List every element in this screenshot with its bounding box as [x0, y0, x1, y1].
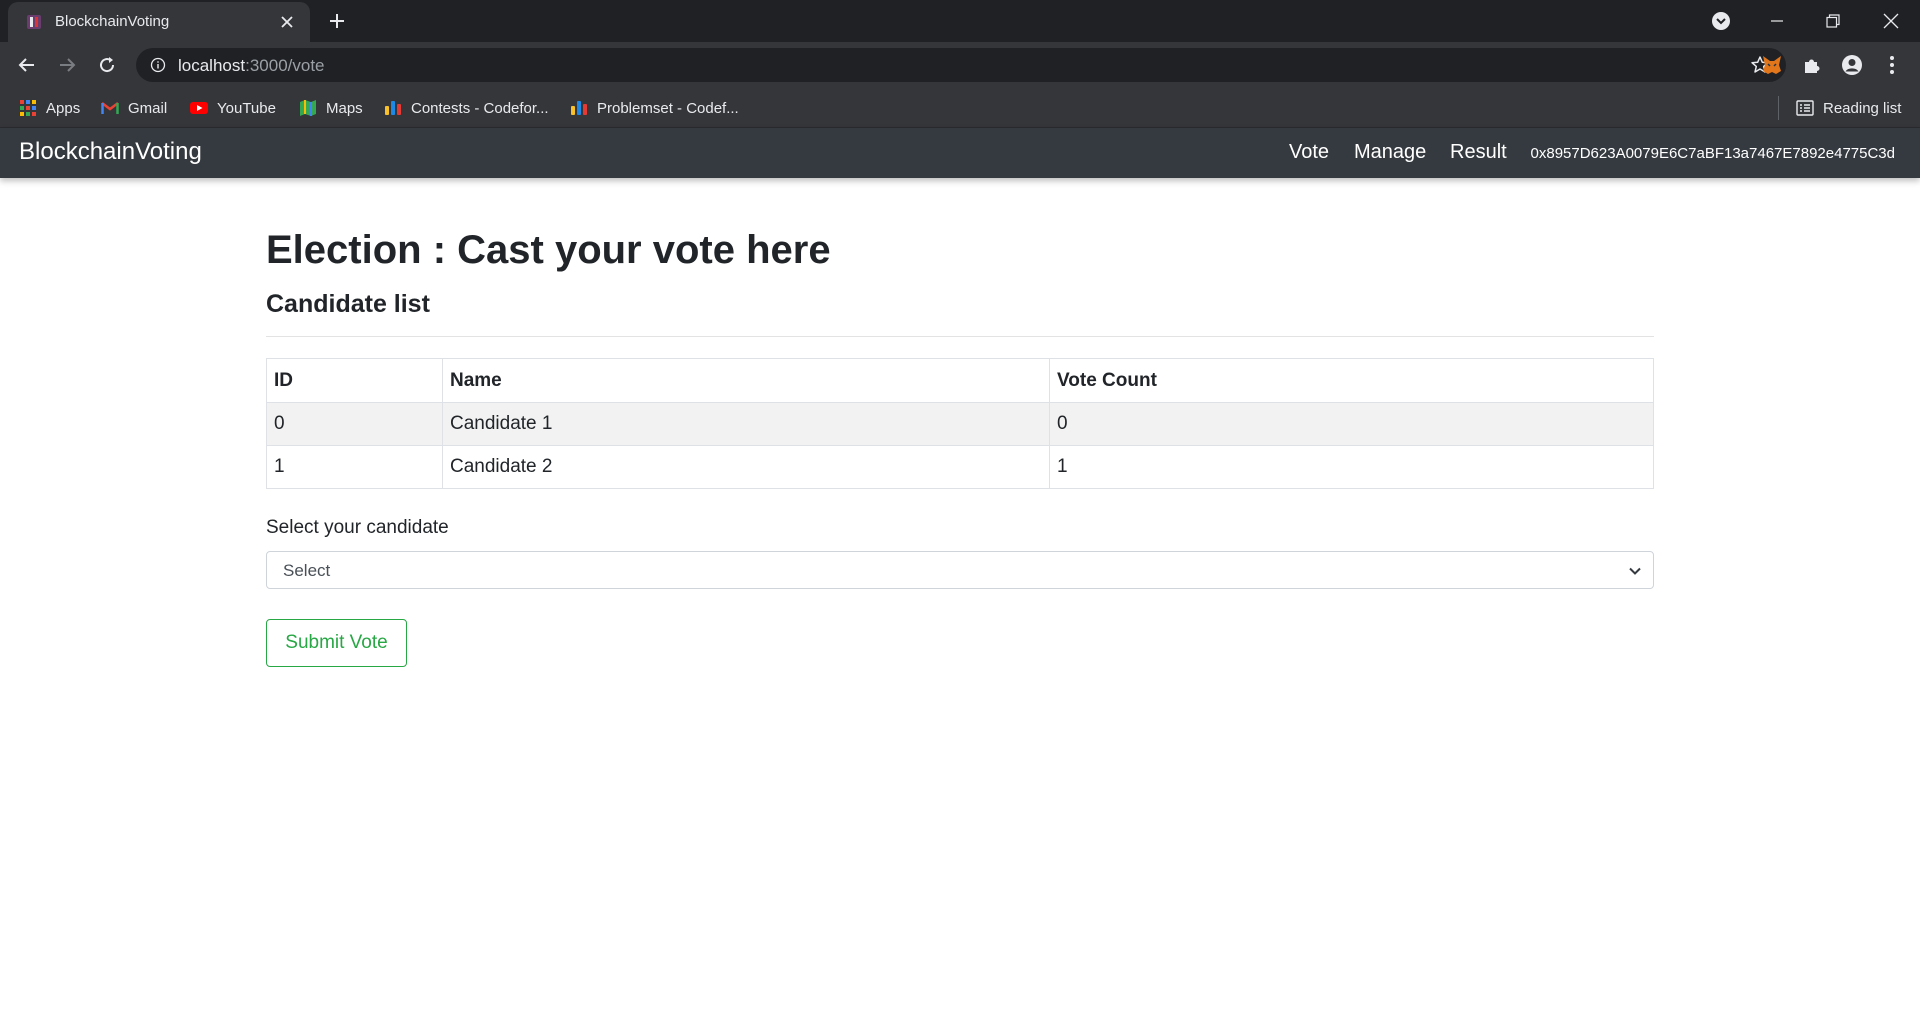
cell-vote-count: 0	[1049, 402, 1654, 446]
bookmark-youtube[interactable]: YouTube	[190, 98, 276, 118]
address-bar[interactable]: localhost:3000/vote	[136, 48, 1786, 82]
close-window-icon[interactable]	[1876, 6, 1906, 36]
bookmark-gmail[interactable]: Gmail	[101, 98, 167, 118]
minimize-window-icon[interactable]	[1762, 6, 1792, 36]
nav-link-vote[interactable]: Vote	[1289, 141, 1329, 164]
tab-title: BlockchainVoting	[55, 13, 170, 30]
bookmark-label: Gmail	[128, 99, 168, 117]
new-tab-icon[interactable]	[326, 10, 348, 32]
forward-arrow-icon[interactable]	[54, 52, 80, 78]
browser-tab[interactable]: BlockchainVoting	[8, 2, 310, 42]
candidate-table: ID Name Vote Count 0 Candidate 1 0 1 Can…	[266, 358, 1654, 489]
column-header-id: ID	[266, 358, 443, 403]
cell-id: 1	[266, 445, 443, 489]
cell-vote-count: 1	[1049, 445, 1654, 489]
bookmark-maps[interactable]: Maps	[299, 98, 363, 118]
select-value: Select	[283, 561, 331, 580]
cell-name: Candidate 1	[442, 402, 1050, 446]
bookmark-problemset-codeforces[interactable]: Problemset - Codef...	[570, 98, 739, 118]
reading-list-icon	[1796, 100, 1814, 116]
candidate-list-heading: Candidate list	[266, 290, 430, 318]
cell-name: Candidate 2	[442, 445, 1050, 489]
maps-icon	[300, 100, 316, 116]
restore-window-icon[interactable]	[1818, 6, 1848, 36]
url-text: localhost:3000/vote	[178, 56, 325, 76]
tab-search-icon[interactable]	[1710, 10, 1732, 32]
close-tab-icon[interactable]	[278, 13, 296, 31]
cell-id: 0	[266, 402, 443, 446]
submit-vote-button[interactable]: Submit Vote	[266, 619, 407, 667]
table-header-row: ID Name Vote Count	[266, 358, 1654, 403]
codeforces-icon	[571, 101, 587, 115]
column-header-name: Name	[442, 358, 1050, 403]
bookmark-label: Problemset - Codef...	[597, 99, 739, 117]
bookmarks-divider	[1778, 96, 1779, 120]
site-favicon-icon	[27, 15, 41, 29]
extensions-puzzle-icon[interactable]	[1800, 53, 1824, 77]
app-navbar: BlockchainVoting Vote Manage Result 0x89…	[0, 128, 1920, 178]
column-header-vote-count: Vote Count	[1049, 358, 1654, 403]
bookmark-label: YouTube	[217, 99, 276, 117]
bookmark-label: Contests - Codefor...	[411, 99, 549, 117]
bookmarks-bar: Apps Gmail YouTube Maps Contests - Codef…	[0, 88, 1920, 128]
reading-list-label: Reading list	[1823, 99, 1902, 117]
url-path: :3000/vote	[245, 56, 325, 75]
table-row: 0 Candidate 1 0	[266, 402, 1654, 446]
chevron-down-icon	[1629, 567, 1641, 575]
reload-icon[interactable]	[94, 52, 120, 78]
page-title: Election : Cast your vote here	[266, 228, 831, 272]
browser-menu-icon[interactable]	[1880, 53, 1904, 77]
apps-grid-icon	[20, 100, 36, 116]
bookmark-apps[interactable]: Apps	[19, 98, 80, 118]
table-row: 1 Candidate 2 1	[266, 445, 1654, 489]
account-address: 0x8957D623A0079E6C7aBF13a7467E7892e4775C…	[1530, 145, 1895, 162]
youtube-icon	[190, 102, 208, 114]
metamask-fox-icon[interactable]	[1760, 53, 1784, 77]
gmail-icon	[101, 102, 119, 114]
bookmark-label: Maps	[326, 99, 363, 117]
codeforces-icon	[385, 101, 401, 115]
bookmark-contests-codeforces[interactable]: Contests - Codefor...	[384, 98, 549, 118]
back-arrow-icon[interactable]	[14, 52, 40, 78]
navbar-brand[interactable]: BlockchainVoting	[19, 138, 202, 166]
browser-tab-strip: BlockchainVoting	[0, 0, 1920, 42]
nav-link-manage[interactable]: Manage	[1354, 141, 1426, 164]
candidate-select[interactable]: Select	[266, 551, 1654, 589]
browser-toolbar: localhost:3000/vote	[0, 42, 1920, 88]
site-info-icon[interactable]	[150, 57, 166, 73]
bookmark-label: Apps	[46, 99, 81, 117]
nav-link-result[interactable]: Result	[1450, 141, 1507, 164]
reading-list-button[interactable]: Reading list	[1796, 98, 1901, 118]
profile-avatar-icon[interactable]	[1840, 53, 1864, 77]
select-candidate-label: Select your candidate	[266, 517, 449, 538]
divider	[266, 336, 1654, 337]
url-host: localhost	[178, 56, 246, 75]
